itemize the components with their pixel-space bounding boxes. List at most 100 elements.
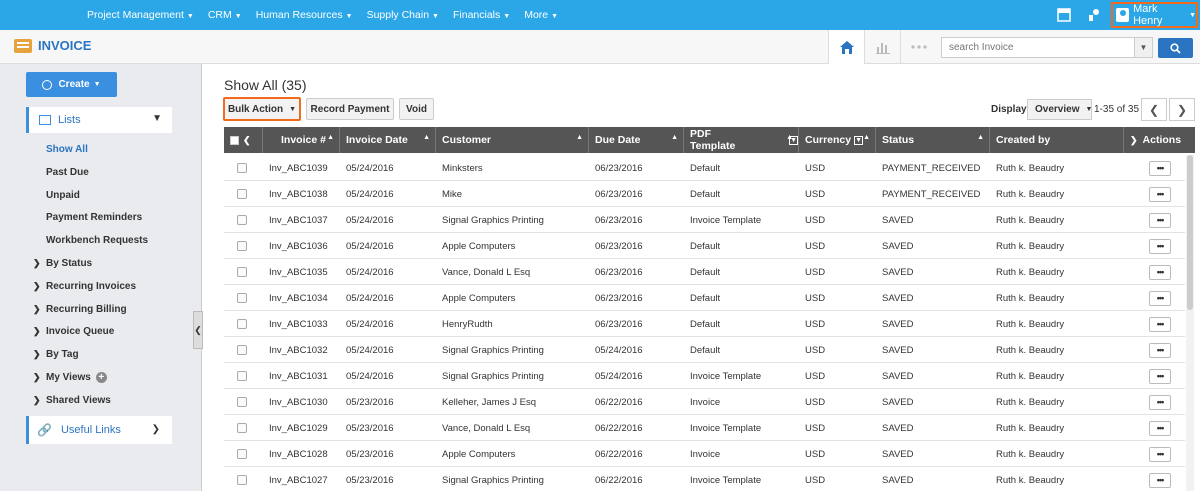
row-actions-button[interactable]: ••• (1149, 186, 1171, 202)
settings-icon[interactable] (1084, 5, 1104, 25)
scrollbar-thumb[interactable] (1187, 155, 1193, 310)
store-icon[interactable] (1054, 5, 1074, 25)
row-checkbox[interactable] (237, 345, 247, 355)
row-checkbox[interactable] (237, 397, 247, 407)
sidebar-collapse-toggle[interactable]: ❮ (193, 311, 203, 349)
row-actions-button[interactable]: ••• (1149, 472, 1171, 488)
select-all-checkbox[interactable] (230, 135, 239, 145)
col-due-date[interactable]: Due Date ▲ (589, 127, 684, 153)
row-checkbox[interactable] (237, 423, 247, 433)
row-checkbox-cell (224, 181, 263, 207)
col-actions: ❯ Actions (1130, 134, 1182, 146)
sidebar-item-shared-views[interactable]: ❯ Shared Views (33, 395, 111, 406)
col-currency[interactable]: Currency ▼ ▲ (799, 127, 876, 153)
cell-created-by: Ruth k. Beaudry (996, 448, 1065, 460)
cell-pdf-template: Invoice Template (690, 370, 762, 382)
row-checkbox[interactable] (237, 215, 247, 225)
row-actions-button[interactable]: ••• (1149, 420, 1171, 436)
row-checkbox[interactable] (237, 293, 247, 303)
table-row[interactable]: Inv_ABC1036 05/24/2016 Apple Computers 06/2… (224, 233, 1185, 259)
row-actions-button[interactable]: ••• (1149, 342, 1171, 358)
row-actions-button[interactable]: ••• (1149, 368, 1171, 384)
table-row[interactable]: Inv_ABC1033 05/24/2016 HenryRudth 06/23/201… (224, 311, 1185, 337)
menu-financials[interactable]: Financials ▼ (453, 9, 510, 21)
sidebar-item-recurring-invoices[interactable]: ❯ Recurring Invoices (33, 281, 136, 292)
next-page-button[interactable]: ❯ (1169, 98, 1195, 121)
row-checkbox[interactable] (237, 267, 247, 277)
useful-links-section[interactable]: 🔗 Useful Links ❯ (26, 416, 172, 444)
chart-icon[interactable] (864, 30, 900, 64)
row-actions-button[interactable]: ••• (1149, 212, 1171, 228)
table-row[interactable]: Inv_ABC1035 05/24/2016 Vance, Donald L Esq… (224, 259, 1185, 285)
record-payment-button[interactable]: Record Payment (306, 98, 394, 120)
chevron-right-icon[interactable]: ❯ (1130, 135, 1138, 146)
menu-more[interactable]: More ▼ (524, 9, 558, 21)
row-checkbox[interactable] (237, 189, 247, 199)
menu-supply-chain[interactable]: Supply Chain ▼ (367, 9, 439, 21)
cell-due-date: 06/23/2016 (595, 214, 643, 226)
create-button[interactable]: Create ▼ (26, 72, 117, 97)
col-status[interactable]: Status ▲ (876, 127, 990, 153)
table-row[interactable]: Inv_ABC1037 05/24/2016 Signal Graphics Pri… (224, 207, 1185, 233)
cell-customer: Vance, Donald L Esq (442, 266, 531, 278)
sidebar-item-recurring-billing[interactable]: ❯ Recurring Billing (33, 304, 127, 315)
user-menu[interactable]: Mark Henry ▼ (1111, 2, 1198, 28)
chevron-left-icon[interactable]: ❮ (243, 135, 251, 146)
display-select[interactable]: Overview ▼ (1027, 99, 1092, 120)
menu-crm[interactable]: CRM ▼ (208, 9, 242, 21)
row-checkbox[interactable] (237, 163, 247, 173)
sidebar-item-unpaid[interactable]: Unpaid (46, 190, 80, 201)
table-row[interactable]: Inv_ABC1029 05/23/2016 Vance, Donald L Esq… (224, 415, 1185, 441)
col-customer[interactable]: Customer ▲ (436, 127, 589, 153)
sidebar-item-workbench-requests[interactable]: Workbench Requests (46, 235, 148, 246)
row-actions-button[interactable]: ••• (1149, 394, 1171, 410)
row-actions-button[interactable]: ••• (1149, 290, 1171, 306)
more-options-icon[interactable] (900, 30, 936, 64)
sidebar-item-past-due[interactable]: Past Due (46, 167, 89, 178)
table-row[interactable]: Inv_ABC1027 05/23/2016 Signal Graphics Pri… (224, 467, 1185, 491)
row-checkbox[interactable] (237, 475, 247, 485)
bulk-action-button[interactable]: Bulk Action ▼ (223, 97, 301, 121)
prev-page-button[interactable]: ❮ (1141, 98, 1167, 121)
row-actions-button[interactable]: ••• (1149, 264, 1171, 280)
home-icon[interactable] (828, 30, 864, 64)
void-button[interactable]: Void (399, 98, 434, 120)
col-invoice-date[interactable]: Invoice Date ▲ (340, 127, 436, 153)
search-input[interactable] (942, 38, 1134, 57)
search-button[interactable] (1158, 38, 1193, 58)
row-actions-button[interactable]: ••• (1149, 446, 1171, 462)
row-checkbox[interactable] (237, 319, 247, 329)
row-actions-button[interactable]: ••• (1149, 238, 1171, 254)
sidebar-item-my-views[interactable]: ❯ My Views + (33, 372, 107, 383)
col-pdf-template[interactable]: PDF Template ▼ ▲ (684, 127, 799, 153)
add-view-icon[interactable]: + (95, 372, 107, 383)
sidebar-item-invoice-queue[interactable]: ❯ Invoice Queue (33, 326, 114, 337)
col-created-by[interactable]: Created by (990, 127, 1124, 153)
row-actions-button[interactable]: ••• (1149, 316, 1171, 332)
table-row[interactable]: Inv_ABC1032 05/24/2016 Signal Graphics Pri… (224, 337, 1185, 363)
table-row[interactable]: Inv_ABC1034 05/24/2016 Apple Computers 06/2… (224, 285, 1185, 311)
filter-icon[interactable]: ▼ (854, 135, 864, 145)
sidebar-item-payment-reminders[interactable]: Payment Reminders (46, 212, 142, 223)
sidebar-item-by-tag[interactable]: ❯ By Tag (33, 349, 79, 360)
table-row[interactable]: Inv_ABC1031 05/24/2016 Signal Graphics Pri… (224, 363, 1185, 389)
row-checkbox[interactable] (237, 449, 247, 459)
table-row[interactable]: Inv_ABC1038 05/24/2016 Mike 06/23/2016 Defau… (224, 181, 1185, 207)
table-scrollbar[interactable] (1186, 155, 1194, 491)
menu-project-management[interactable]: Project Management ▼ (87, 9, 194, 21)
table-row[interactable]: Inv_ABC1030 05/23/2016 Kelleher, James J E… (224, 389, 1185, 415)
row-actions-button[interactable]: ••• (1149, 160, 1171, 176)
search-filter-dropdown[interactable]: ▼ (1134, 38, 1152, 57)
row-checkbox[interactable] (237, 241, 247, 251)
cell-pdf-template: Default (690, 292, 721, 304)
cell-invoice-date: 05/24/2016 (346, 344, 394, 356)
menu-human-resources[interactable]: Human Resources ▼ (256, 9, 353, 21)
select-all-header[interactable]: ❮ (224, 127, 263, 153)
table-row[interactable]: Inv_ABC1028 05/23/2016 Apple Computers 06/2… (224, 441, 1185, 467)
col-invoice-number[interactable]: Invoice # ▲ (263, 127, 340, 153)
sidebar-item-show-all[interactable]: Show All (46, 144, 88, 155)
lists-section[interactable]: Lists ▼ (26, 107, 172, 133)
sidebar-item-by-status[interactable]: ❯ By Status (33, 258, 92, 269)
table-row[interactable]: Inv_ABC1039 05/24/2016 Minksters 06/23/2016… (224, 155, 1185, 181)
row-checkbox[interactable] (237, 371, 247, 381)
